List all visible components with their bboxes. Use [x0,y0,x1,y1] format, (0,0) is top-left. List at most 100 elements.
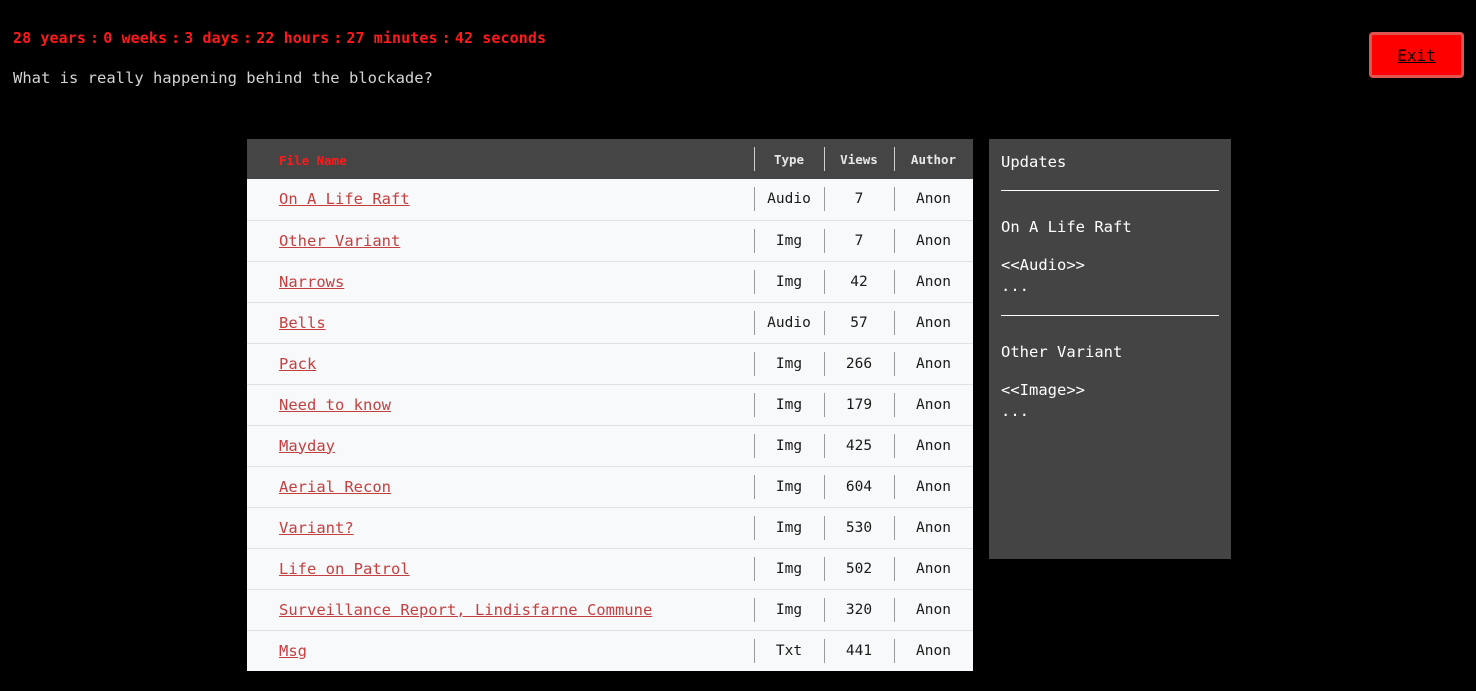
file-link[interactable]: Variant? [279,519,354,537]
update-item-more: ... [1001,402,1029,420]
file-link[interactable]: Other Variant [279,232,400,250]
file-author-cell: Anon [894,466,973,507]
table-row: On A Life Raft Audio 7 Anon [247,179,973,220]
files-table-body: On A Life Raft Audio 7 Anon Other Variant Img… [247,179,973,671]
countdown-timer: 28 years:0 weeks:3 days:22 hours:27 minu… [13,29,546,47]
header-type[interactable]: Type [754,139,824,179]
file-link[interactable]: Narrows [279,273,344,291]
table-row: Variant? Img 530 Anon [247,507,973,548]
file-author-cell: Anon [894,589,973,630]
file-views-cell: 57 [824,302,894,343]
file-author-cell: Anon [894,630,973,671]
table-row: Other Variant Img 7 Anon [247,220,973,261]
update-item-more: ... [1001,277,1029,295]
page-subtitle: What is really happening behind the bloc… [13,69,433,87]
file-author-cell: Anon [894,343,973,384]
file-link[interactable]: Msg [279,642,307,660]
file-type-cell: Img [754,507,824,548]
file-link[interactable]: Surveillance Report, Lindisfarne Commune [279,601,652,619]
file-name-cell: Life on Patrol [247,548,754,589]
file-author-cell: Anon [894,220,973,261]
file-name-cell: Other Variant [247,220,754,261]
file-type-cell: Img [754,425,824,466]
countdown-seconds: 42 seconds [454,29,547,47]
file-author-cell: Anon [894,261,973,302]
header-file-name[interactable]: File Name [247,139,754,179]
file-type-cell: Img [754,466,824,507]
file-type-cell: Img [754,589,824,630]
countdown-separator: : [441,29,451,47]
file-type-cell: Img [754,220,824,261]
update-item-type: <<Audio>> [1001,256,1085,274]
file-name-cell: Need to know [247,384,754,425]
table-row: Aerial Recon Img 604 Anon [247,466,973,507]
file-author-cell: Anon [894,384,973,425]
file-views-cell: 179 [824,384,894,425]
file-type-cell: Audio [754,302,824,343]
countdown-separator: : [333,29,343,47]
file-name-cell: Pack [247,343,754,384]
file-name-cell: Variant? [247,507,754,548]
file-views-cell: 42 [824,261,894,302]
file-views-cell: 320 [824,589,894,630]
update-item: On A Life Raft <<Audio>> ... [1001,191,1219,315]
file-link[interactable]: Life on Patrol [279,560,410,578]
table-row: Surveillance Report, Lindisfarne Commune… [247,589,973,630]
update-item: Other Variant <<Image>> ... [1001,316,1219,440]
file-type-cell: Audio [754,179,824,220]
file-author-cell: Anon [894,507,973,548]
file-views-cell: 266 [824,343,894,384]
file-link[interactable]: Pack [279,355,316,373]
files-table: File Name Type Views Author On A Life Ra… [247,139,973,671]
file-type-cell: Img [754,384,824,425]
file-views-cell: 441 [824,630,894,671]
table-row: Mayday Img 425 Anon [247,425,973,466]
table-row: Pack Img 266 Anon [247,343,973,384]
file-name-cell: Narrows [247,261,754,302]
file-type-cell: Txt [754,630,824,671]
exit-button[interactable]: Exit [1369,32,1464,78]
countdown-years: 28 years [13,29,87,47]
countdown-separator: : [90,29,100,47]
file-link[interactable]: Mayday [279,437,335,455]
file-views-cell: 502 [824,548,894,589]
file-views-cell: 604 [824,466,894,507]
file-views-cell: 425 [824,425,894,466]
file-name-cell: On A Life Raft [247,179,754,220]
file-views-cell: 7 [824,220,894,261]
update-item-name: On A Life Raft [1001,218,1132,236]
file-name-cell: Mayday [247,425,754,466]
countdown-separator: : [243,29,253,47]
file-name-cell: Msg [247,630,754,671]
table-row: Msg Txt 441 Anon [247,630,973,671]
file-views-cell: 7 [824,179,894,220]
file-name-cell: Aerial Recon [247,466,754,507]
table-row: Narrows Img 42 Anon [247,261,973,302]
table-row: Bells Audio 57 Anon [247,302,973,343]
header-author[interactable]: Author [894,139,973,179]
file-author-cell: Anon [894,179,973,220]
file-author-cell: Anon [894,425,973,466]
table-row: Life on Patrol Img 502 Anon [247,548,973,589]
file-name-cell: Bells [247,302,754,343]
file-link[interactable]: Bells [279,314,326,332]
file-name-cell: Surveillance Report, Lindisfarne Commune [247,589,754,630]
countdown-minutes: 27 minutes [346,29,438,47]
file-views-cell: 530 [824,507,894,548]
table-row: Need to know Img 179 Anon [247,384,973,425]
update-item-type: <<Image>> [1001,381,1085,399]
file-author-cell: Anon [894,548,973,589]
file-link[interactable]: Aerial Recon [279,478,391,496]
header-views[interactable]: Views [824,139,894,179]
file-type-cell: Img [754,261,824,302]
countdown-days: 3 days [184,29,240,47]
countdown-separator: : [171,29,181,47]
file-type-cell: Img [754,343,824,384]
updates-panel: Updates On A Life Raft <<Audio>> ... Oth… [989,139,1231,559]
table-header-row: File Name Type Views Author [247,139,973,179]
file-link[interactable]: Need to know [279,396,391,414]
file-link[interactable]: On A Life Raft [279,190,410,208]
countdown-weeks: 0 weeks [103,29,168,47]
file-author-cell: Anon [894,302,973,343]
updates-title: Updates [1001,153,1067,171]
